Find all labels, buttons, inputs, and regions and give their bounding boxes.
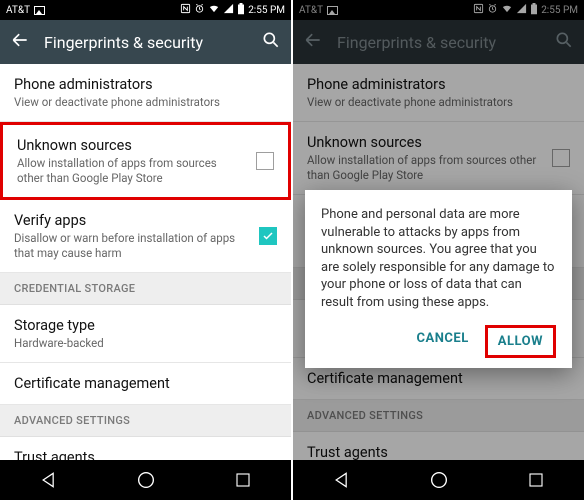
row-subtitle: Disallow or warn before installation of … — [14, 231, 249, 260]
nav-bar — [0, 460, 291, 500]
row-title: Phone administrators — [14, 76, 267, 93]
row-verify-apps[interactable]: Verify apps Disallow or warn before inst… — [0, 200, 291, 273]
verify-apps-checkbox[interactable] — [259, 227, 277, 245]
section-credential-storage: CREDENTIAL STORAGE — [0, 273, 291, 305]
screenshot-right: AT&T 2:55 PM Fingerprints & security Pho… — [293, 0, 586, 500]
carrier-label: AT&T — [6, 5, 30, 16]
signal-icon — [223, 3, 234, 17]
unknown-sources-checkbox[interactable] — [256, 152, 274, 170]
nav-back-icon[interactable] — [329, 467, 355, 493]
nav-recent-icon[interactable] — [523, 467, 549, 493]
nav-home-icon[interactable] — [426, 467, 452, 493]
cancel-button[interactable]: CANCEL — [407, 325, 479, 358]
battery-icon — [237, 3, 245, 18]
row-title: Unknown sources — [17, 137, 246, 154]
row-title: Storage type — [14, 317, 267, 334]
nav-home-icon[interactable] — [133, 467, 159, 493]
row-subtitle: View or deactivate phone administrators — [14, 95, 267, 109]
page-title: Fingerprints & security — [44, 33, 247, 52]
row-title: Certificate management — [14, 375, 267, 392]
picture-icon — [34, 6, 45, 15]
wifi-icon — [208, 3, 220, 17]
row-unknown-sources[interactable]: Unknown sources Allow installation of ap… — [0, 122, 291, 200]
nav-recent-icon[interactable] — [230, 467, 256, 493]
row-subtitle: Allow installation of apps from sources … — [17, 156, 246, 185]
row-phone-administrators[interactable]: Phone administrators View or deactivate … — [0, 64, 291, 122]
back-icon[interactable] — [10, 30, 30, 54]
nav-back-icon[interactable] — [36, 467, 62, 493]
clock-label: 2:55 PM — [248, 5, 285, 16]
row-storage-type[interactable]: Storage type Hardware-backed — [0, 305, 291, 363]
row-trust-agents[interactable]: Trust agents View or deactivate Trust ag… — [0, 437, 291, 460]
screenshot-left: AT&T 2:55 PM Fingerprints & s — [0, 0, 293, 500]
dialog-message: Phone and personal data are more vulnera… — [321, 206, 556, 311]
nav-bar — [293, 460, 584, 500]
row-subtitle: Hardware-backed — [14, 336, 267, 350]
alarm-icon — [194, 3, 205, 17]
allow-button[interactable]: ALLOW — [485, 325, 556, 358]
row-title: Trust agents — [14, 449, 267, 460]
search-icon[interactable] — [261, 30, 281, 54]
status-bar: AT&T 2:55 PM — [0, 0, 291, 20]
unknown-sources-dialog: Phone and personal data are more vulnera… — [305, 190, 572, 368]
nfc-icon — [180, 3, 191, 17]
settings-list: Phone administrators View or deactivate … — [0, 64, 291, 460]
app-bar: Fingerprints & security — [0, 20, 291, 64]
row-certificate-management[interactable]: Certificate management — [0, 363, 291, 405]
section-advanced-settings: ADVANCED SETTINGS — [0, 405, 291, 437]
row-title: Verify apps — [14, 212, 249, 229]
